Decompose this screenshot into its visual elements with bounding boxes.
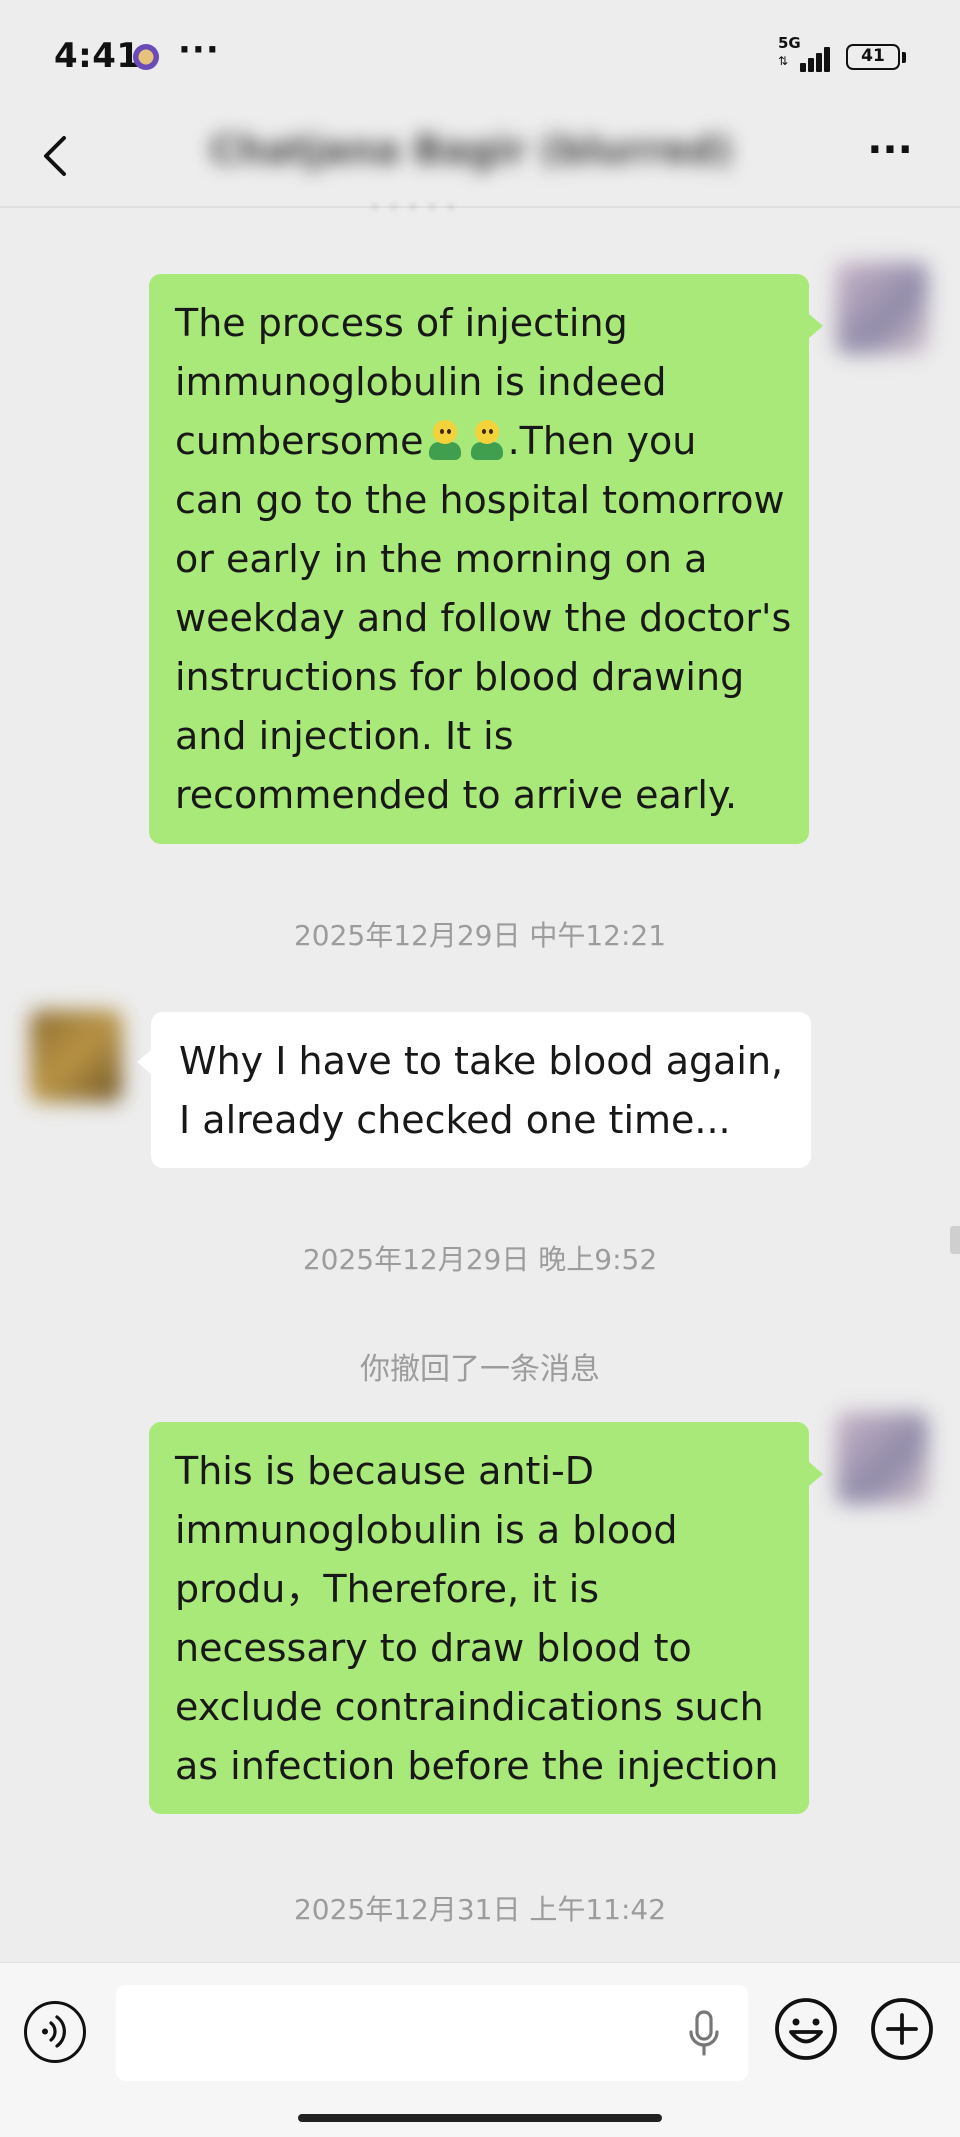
recalled-message-notice: 你撤回了一条消息 [360, 1352, 600, 1387]
message-line: immunoglobulin is indeed [175, 360, 667, 404]
chat-title: Chatjana Bagir (blurred) [210, 128, 730, 172]
message-timestamp: 2025年12月29日 中午12:21 [293, 919, 667, 952]
message-line: weekday and follow the doctor's [175, 596, 792, 640]
message-input[interactable] [116, 1985, 748, 2081]
message-line: produ，Therefore, it is [175, 1567, 600, 1611]
message-bubble-sent[interactable]: The process of injecting immunoglobulin … [149, 274, 823, 844]
message-line: The process of injecting [175, 301, 628, 345]
status-time: 4:41 [54, 36, 141, 76]
voice-wave-icon [42, 2015, 66, 2048]
chevron-left-icon [44, 136, 66, 176]
message-line: This is because anti-D [175, 1449, 594, 1493]
app-notification-icon [133, 44, 159, 70]
message-bubble-received[interactable]: Why I have to take blood again, I alread… [137, 1012, 811, 1168]
signal-bar [816, 53, 822, 72]
chat-input-bar [0, 1962, 960, 2137]
back-button[interactable] [34, 126, 84, 186]
message-line: cumbersome .Then you [175, 412, 783, 471]
person-shrugging-emoji-icon [426, 420, 464, 462]
battery-icon: 41 [846, 44, 900, 70]
cellular-signal-icon: 5G ⇅ [778, 34, 834, 72]
message-line: exclude contraindications such [175, 1685, 764, 1729]
message-line: immunoglobulin is a blood [175, 1508, 678, 1552]
battery-level: 41 [861, 46, 885, 66]
message-line: instructions for blood drawing [175, 655, 745, 699]
smiley-icon [775, 1998, 837, 2060]
message-line: as infection before the injection [175, 1744, 779, 1788]
message-bubble-sent[interactable]: This is because anti-D immunoglobulin is… [149, 1422, 823, 1814]
battery-tip [902, 52, 906, 63]
message-line: and injection. It is [175, 714, 514, 758]
clipped-previous-message: · · · · · [370, 190, 456, 225]
message-line: recommended to arrive early. [175, 773, 738, 817]
my-avatar[interactable] [836, 1412, 928, 1504]
message-line: I already checked one time... [179, 1098, 731, 1142]
signal-bar [808, 58, 814, 72]
message-line: Why I have to take blood again, [179, 1039, 784, 1083]
data-arrows-icon: ⇅ [778, 54, 789, 68]
bubble-tail [809, 1462, 823, 1486]
plus-icon [871, 1998, 933, 2060]
message-timestamp: 2025年12月31日 上午11:42 [293, 1893, 667, 1926]
header-divider [0, 206, 960, 208]
contact-avatar[interactable] [30, 1010, 122, 1102]
scroll-indicator [950, 1226, 960, 1254]
network-type-label: 5G [778, 34, 801, 52]
message-text: .Then you [507, 419, 697, 463]
emoji-button[interactable] [772, 1995, 840, 2063]
status-more-icon: ··· [178, 30, 220, 70]
status-bar: 4:41 ··· 5G ⇅ 41 [0, 0, 960, 110]
my-avatar[interactable] [836, 262, 928, 354]
message-line: or early in the morning on a [175, 537, 708, 581]
more-options-button[interactable]: ··· [862, 130, 918, 186]
message-timestamp: 2025年12月29日 晚上9:52 [302, 1243, 658, 1276]
chat-header: Chatjana Bagir (blurred) ··· [0, 110, 960, 206]
bubble-tail [137, 1050, 151, 1074]
home-indicator[interactable] [298, 2114, 662, 2122]
message-line: can go to the hospital tomorrow [175, 478, 785, 522]
signal-bar [824, 47, 830, 72]
bubble-tail [809, 314, 823, 338]
voice-mode-button[interactable] [24, 2001, 86, 2063]
signal-bar [800, 63, 806, 72]
person-shrugging-emoji-icon [468, 420, 506, 462]
message-line: necessary to draw blood to [175, 1626, 692, 1670]
microphone-icon[interactable] [686, 2009, 722, 2059]
more-actions-button[interactable] [868, 1995, 936, 2063]
message-text: cumbersome [175, 419, 424, 463]
